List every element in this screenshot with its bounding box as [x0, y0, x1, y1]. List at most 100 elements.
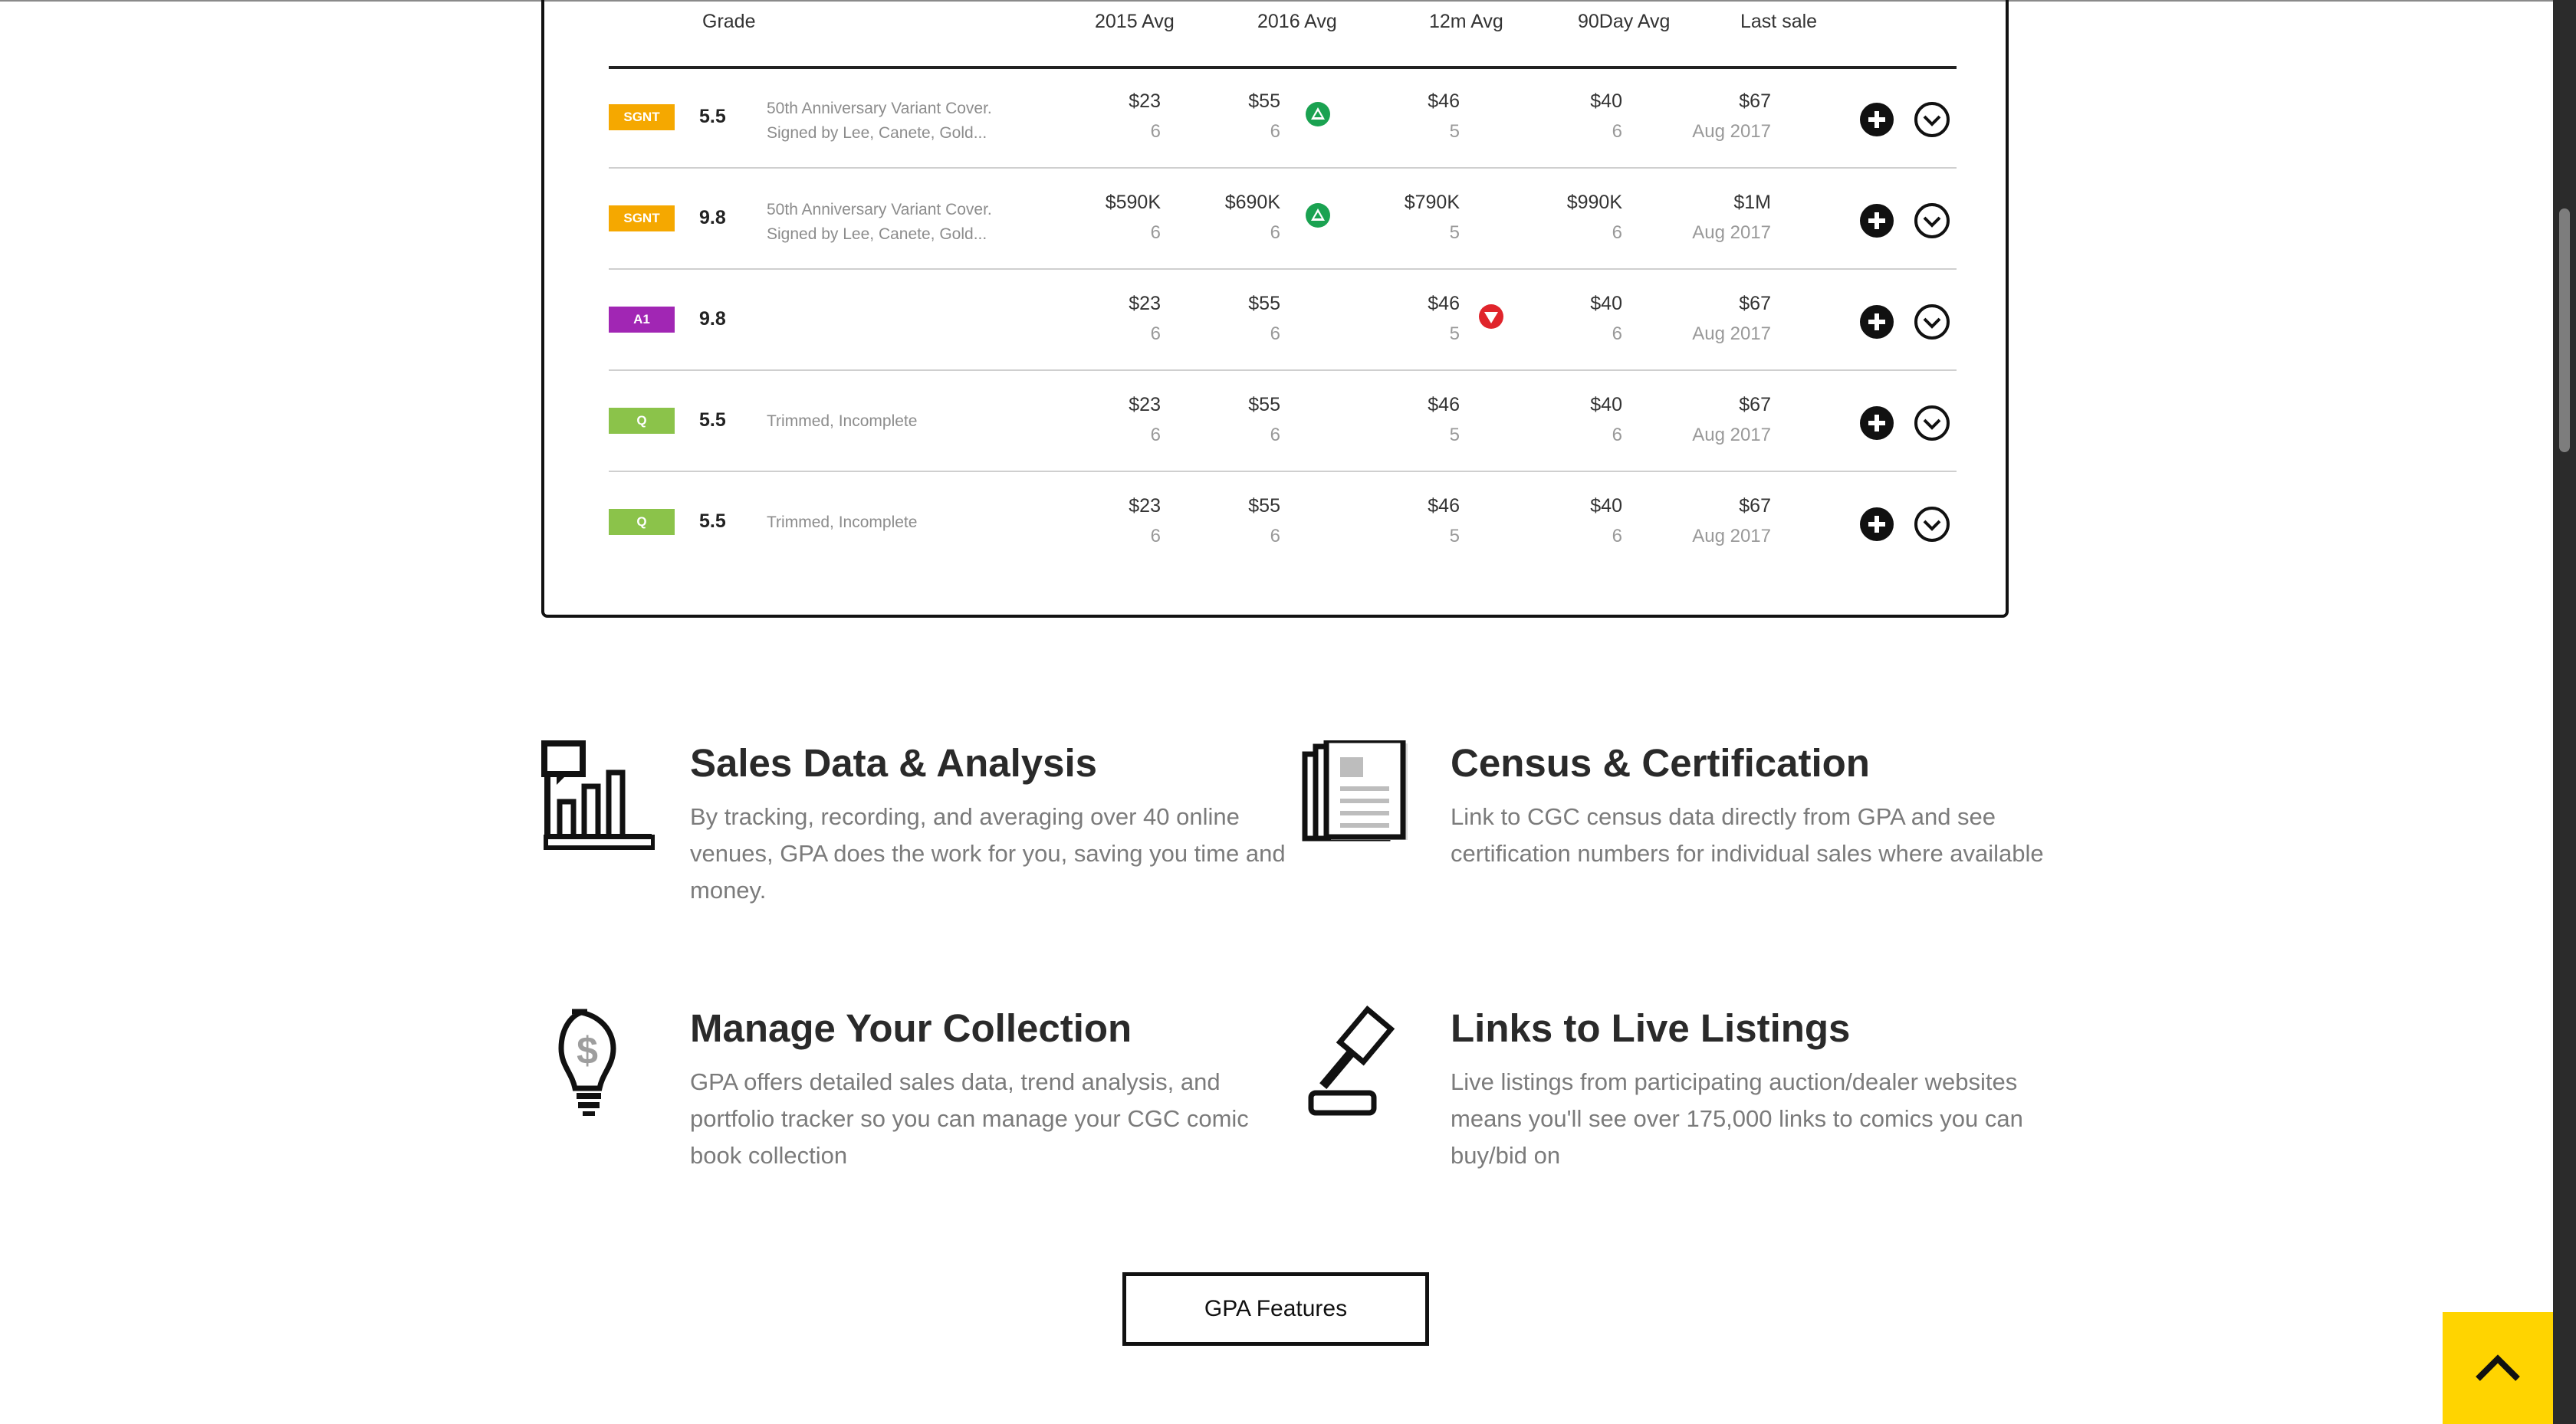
add-to-collection-icon[interactable] [1858, 506, 1895, 543]
2016-avg-detail: 6 [1270, 323, 1280, 344]
last-sale-detail: Aug 2017 [1692, 121, 1771, 142]
2016-avg-value: $55 [1248, 394, 1280, 415]
note-line: Trimmed, Incomplete [767, 412, 918, 430]
grade-value: 5.5 [699, 409, 726, 431]
12m-avg-value: $46 [1428, 293, 1460, 314]
12m-avg-detail: 5 [1449, 323, 1460, 344]
add-to-collection-icon[interactable] [1858, 202, 1895, 239]
90day-avg-detail: 6 [1612, 323, 1622, 344]
2015-avg-value: $23 [1129, 394, 1161, 415]
gpa-features-button[interactable]: GPA Features [1122, 1272, 1429, 1346]
feature-title: Sales Data & Analysis [690, 741, 1098, 785]
trend-up-icon [1305, 101, 1331, 127]
document-icon [1302, 740, 1408, 842]
expand-row-icon[interactable] [1914, 405, 1950, 441]
label-tag: Q [609, 509, 675, 535]
label-notes: 50th Anniversary Variant Cover. Signed by… [767, 97, 1043, 146]
note-line: 50th Anniversary Variant Cover. [767, 201, 992, 218]
2015-avg-value: $23 [1129, 293, 1161, 314]
header-2015-avg: 2015 Avg [1095, 11, 1175, 32]
scrollbar-thumb[interactable] [2559, 208, 2570, 452]
gavel-icon [1308, 1006, 1395, 1116]
last-sale-detail: Aug 2017 [1692, 425, 1771, 445]
header-90day-avg: 90Day Avg [1578, 11, 1671, 32]
2015-avg-detail: 6 [1150, 121, 1161, 142]
2015-avg-detail: 6 [1150, 222, 1161, 243]
grade-value: 5.5 [699, 510, 726, 532]
last-sale-detail: Aug 2017 [1692, 323, 1771, 344]
last-sale-value: $67 [1739, 90, 1771, 112]
label-notes: Trimmed, Incomplete [767, 510, 1043, 535]
2016-avg-detail: 6 [1270, 526, 1280, 546]
note-line: Trimmed, Incomplete [767, 513, 918, 531]
grade-value: 9.8 [699, 308, 726, 330]
12m-avg-value: $46 [1428, 394, 1460, 415]
last-sale-value: $67 [1739, 394, 1771, 415]
2015-avg-value: $590K [1105, 192, 1161, 213]
90day-avg-value: $40 [1590, 495, 1622, 517]
bar-chart-icon [541, 740, 655, 850]
svg-text:$: $ [577, 1029, 598, 1072]
2015-avg-detail: 6 [1150, 425, 1161, 445]
12m-avg-value: $46 [1428, 495, 1460, 517]
header-2016-avg: 2016 Avg [1257, 11, 1337, 32]
table-row: SGNT 5.5 50th Anniversary Variant Cover. Si… [609, 69, 1957, 169]
2016-avg-value: $55 [1248, 495, 1280, 517]
note-line: Signed by Lee, Canete, Gold... [767, 225, 987, 243]
2016-avg-value: $55 [1248, 90, 1280, 112]
feature-text: By tracking, recording, and averaging ov… [690, 803, 1286, 904]
label-tag: SGNT [609, 205, 675, 231]
grade-value: 5.5 [699, 106, 726, 127]
feature-text: Live listings from participating auction… [1451, 1068, 2023, 1169]
feature-title: Census & Certification [1451, 741, 1870, 785]
trend-up-icon [1305, 202, 1331, 228]
12m-avg-detail: 5 [1449, 222, 1460, 243]
expand-row-icon[interactable] [1914, 101, 1950, 138]
header-12m-avg: 12m Avg [1429, 11, 1503, 32]
2016-avg-detail: 6 [1270, 121, 1280, 142]
last-sale-detail: Aug 2017 [1692, 222, 1771, 243]
12m-avg-detail: 5 [1449, 526, 1460, 546]
2016-avg-detail: 6 [1270, 222, 1280, 243]
add-to-collection-icon[interactable] [1858, 304, 1895, 340]
last-sale-value: $67 [1739, 495, 1771, 517]
expand-row-icon[interactable] [1914, 304, 1950, 340]
expand-row-icon[interactable] [1914, 202, 1950, 239]
back-to-top-button[interactable] [2443, 1312, 2553, 1424]
feature-text: Link to CGC census data directly from GP… [1451, 803, 2044, 867]
feature-title: Manage Your Collection [690, 1006, 1132, 1050]
90day-avg-value: $40 [1590, 394, 1622, 415]
feature-census: Census & Certification Link to CGC censu… [1300, 740, 2044, 909]
add-to-collection-icon[interactable] [1858, 405, 1895, 441]
add-to-collection-icon[interactable] [1858, 101, 1895, 138]
90day-avg-value: $990K [1566, 192, 1622, 213]
feature-sales-data: Sales Data & Analysis By tracking, recor… [540, 740, 1286, 909]
2016-avg-value: $690K [1224, 192, 1280, 213]
expand-row-icon[interactable] [1914, 506, 1950, 543]
2015-avg-detail: 6 [1150, 526, 1161, 546]
table-row: SGNT 9.8 50th Anniversary Variant Cover. Si… [609, 170, 1957, 270]
2015-avg-detail: 6 [1150, 323, 1161, 344]
90day-avg-detail: 6 [1612, 425, 1622, 445]
12m-avg-value: $790K [1404, 192, 1460, 213]
90day-avg-value: $40 [1590, 293, 1622, 314]
table-row: Q 5.5 Trimmed, Incomplete $23 6 $55 6 $46 5 $40 6 $… [609, 372, 1957, 472]
feature-collection: $ Manage Your Collection GPA offers deta… [540, 1006, 1249, 1174]
2016-avg-value: $55 [1248, 293, 1280, 314]
12m-avg-value: $46 [1428, 90, 1460, 112]
label-notes: Trimmed, Incomplete [767, 409, 1043, 434]
12m-avg-detail: 5 [1449, 121, 1460, 142]
table-header: Grade 2015 Avg 2016 Avg 12m Avg 90Day Av… [609, 0, 1957, 69]
note-line: 50th Anniversary Variant Cover. [767, 100, 992, 117]
2016-avg-detail: 6 [1270, 425, 1280, 445]
chevron-up-icon [2476, 1354, 2520, 1381]
90day-avg-value: $40 [1590, 90, 1622, 112]
table-row: Q 5.5 Trimmed, Incomplete $23 6 $55 6 $46 5 $40 6 $… [609, 474, 1957, 573]
table-row: A1 9.8 $23 6 $55 6 $46 5 $40 6 $67 Aug 2017 [609, 271, 1957, 371]
2015-avg-value: $23 [1129, 90, 1161, 112]
header-last-sale: Last sale [1740, 11, 1818, 32]
last-sale-detail: Aug 2017 [1692, 526, 1771, 546]
sales-table-card: Grade 2015 Avg 2016 Avg 12m Avg 90Day Av… [541, 0, 2009, 618]
feature-live-listings: Links to Live Listings Live listings fro… [1300, 1006, 2023, 1174]
label-tag: SGNT [609, 104, 675, 130]
